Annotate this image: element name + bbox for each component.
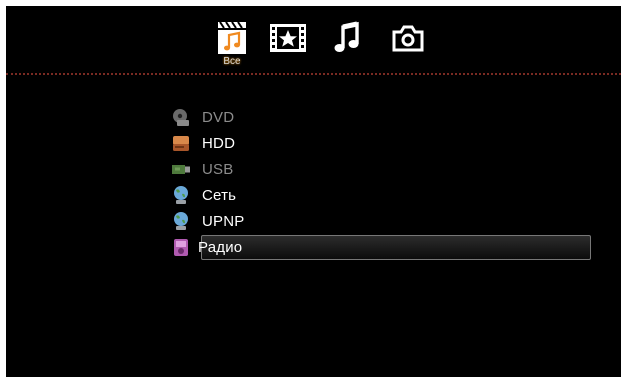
- tab-all-label: Все: [223, 56, 241, 67]
- tab-photo[interactable]: [388, 20, 428, 72]
- header-divider: [6, 73, 621, 75]
- source-item-upnp[interactable]: UPNP: [171, 208, 601, 234]
- source-label: HDD: [202, 134, 236, 152]
- music-note-icon: [334, 21, 359, 52]
- film-star-icon: [270, 24, 306, 52]
- network-globe-icon: [174, 186, 188, 204]
- source-item-usb[interactable]: USB: [171, 156, 601, 182]
- media-browser-screen: Все DVD HDD USB Сеть UPNP Радио: [6, 6, 621, 377]
- source-item-dvd[interactable]: DVD: [171, 104, 601, 130]
- upnp-globe-icon: [174, 212, 188, 230]
- hard-drive-icon: [173, 136, 189, 151]
- usb-icon: [172, 165, 190, 174]
- source-list: DVD HDD USB Сеть UPNP Радио: [171, 104, 601, 260]
- clapperboard-music-icon: [218, 21, 246, 54]
- source-label: DVD: [202, 108, 235, 126]
- dvd-drive-icon: [173, 109, 189, 126]
- source-label: Сеть: [202, 186, 237, 204]
- source-label: UPNP: [202, 212, 245, 230]
- source-label: Радио: [198, 238, 243, 256]
- source-label: USB: [202, 160, 234, 178]
- source-item-hdd[interactable]: HDD: [171, 130, 601, 156]
- selection-highlight: [201, 235, 591, 260]
- camera-icon: [392, 25, 424, 52]
- source-item-network[interactable]: Сеть: [171, 182, 601, 208]
- category-bar: Все: [6, 6, 621, 76]
- tab-all[interactable]: Все: [212, 20, 252, 72]
- tab-music[interactable]: [328, 20, 368, 72]
- tab-video[interactable]: [268, 20, 308, 72]
- radio-icon: [174, 239, 188, 256]
- source-item-radio[interactable]: Радио: [171, 234, 601, 260]
